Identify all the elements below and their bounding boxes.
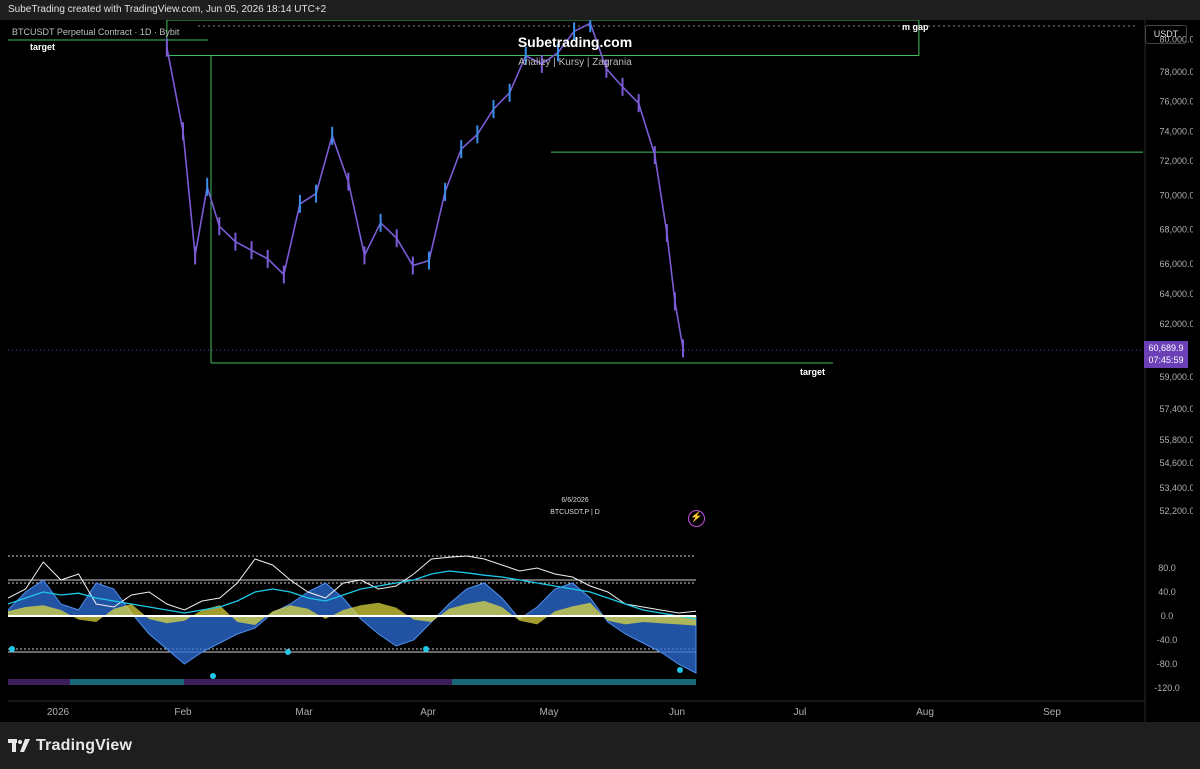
price-tick-label: 57,400.0: [1159, 404, 1193, 414]
oscillator-tick-label: 40.0: [1158, 587, 1176, 597]
time-tick-label: 2026: [47, 707, 70, 718]
last-price-value: 60,689.9: [1148, 343, 1184, 353]
price-tick-label: 68,000.0: [1159, 225, 1193, 235]
time-tick-label: Feb: [174, 707, 192, 718]
price-tick-label: 78,000.0: [1159, 67, 1193, 77]
oscillator-signal-dot: [677, 667, 683, 673]
subpane-date: 6/6/2026: [561, 497, 589, 504]
footer-bar: TradingView: [0, 722, 1200, 769]
oscillator-state-bar: [452, 679, 696, 685]
oscillator-tick-label: 80.0: [1158, 563, 1176, 573]
oscillator-area: [8, 579, 697, 674]
price-tick-label: 76,000.0: [1159, 97, 1193, 107]
time-tick-label: Mar: [295, 707, 313, 718]
price-tick-label: 64,000.0: [1159, 289, 1193, 299]
oscillator-signal-dot: [285, 649, 291, 655]
time-tick-label: May: [540, 707, 559, 718]
oscillator-state-bar: [184, 679, 452, 685]
tradingview-wordmark: TradingView: [36, 737, 133, 754]
oscillator-tick-label: -120.0: [1154, 683, 1180, 693]
time-tick-label: Aug: [916, 707, 934, 718]
time-tick-label: Jul: [794, 707, 807, 718]
price-chart[interactable]: 80,000.078,000.076,000.074,000.072,000.0…: [8, 20, 1193, 722]
tradingview-logo[interactable]: TradingView: [8, 737, 132, 755]
time-tick-label: Jun: [669, 707, 685, 718]
subpane-symbol: BTCUSDT.P | D: [550, 509, 600, 516]
price-tick-label: 62,000.0: [1159, 319, 1193, 329]
price-tick-label: 74,000.0: [1159, 126, 1193, 136]
price-tick-label: 70,000.0: [1159, 190, 1193, 200]
price-tick-label: 53,400.0: [1159, 483, 1193, 493]
symbol-legend[interactable]: BTCUSDT Perpetual Contract · 1D · Bybit: [12, 27, 179, 37]
bar-countdown: 07:45:59: [1148, 355, 1184, 365]
header-caption: SubeTrading created with TradingView.com…: [8, 4, 327, 15]
price-tick-label: 54,600.0: [1159, 458, 1193, 468]
oscillator-tick-label: -40.0: [1157, 635, 1178, 645]
oscillator-tick-label: -80.0: [1157, 659, 1178, 669]
lightning-icon[interactable]: ⚡: [688, 510, 705, 527]
time-tick-label: Sep: [1043, 707, 1061, 718]
oscillator-signal-dot: [423, 646, 429, 652]
price-tick-label: 59,000.0: [1159, 372, 1193, 382]
time-tick-label: Apr: [420, 707, 436, 718]
currency-selector[interactable]: USDT: [1145, 25, 1187, 44]
chart-frame[interactable]: 80,000.0 78,000.0 76,000.0 74,000.0 72,000.0…: [8, 20, 1193, 722]
gap-label: m gap: [902, 22, 929, 32]
last-price-badge: 60,689.9 07:45:59: [1144, 341, 1188, 368]
price-tick-label: 66,000.0: [1159, 259, 1193, 269]
target-bottom-label: target: [800, 367, 826, 377]
price-tick-label: 55,800.0: [1159, 435, 1193, 445]
target-top-label: target: [30, 42, 56, 52]
watermark-subtitle: Analizy | Kursy | Zagrania: [518, 57, 632, 68]
oscillator-signal-dot: [210, 673, 216, 679]
chart-header: SubeTrading created with TradingView.com…: [0, 0, 1200, 20]
tradingview-icon: [8, 739, 30, 752]
price-tick-label: 72,000.0: [1159, 156, 1193, 166]
oscillator-signal-dot: [9, 646, 15, 652]
price-tick-label: 52,200.0: [1159, 506, 1193, 516]
oscillator-state-bar: [70, 679, 184, 685]
oscillator-tick-label: 0.0: [1161, 611, 1174, 621]
watermark-title: Subetrading.com: [517, 34, 633, 50]
